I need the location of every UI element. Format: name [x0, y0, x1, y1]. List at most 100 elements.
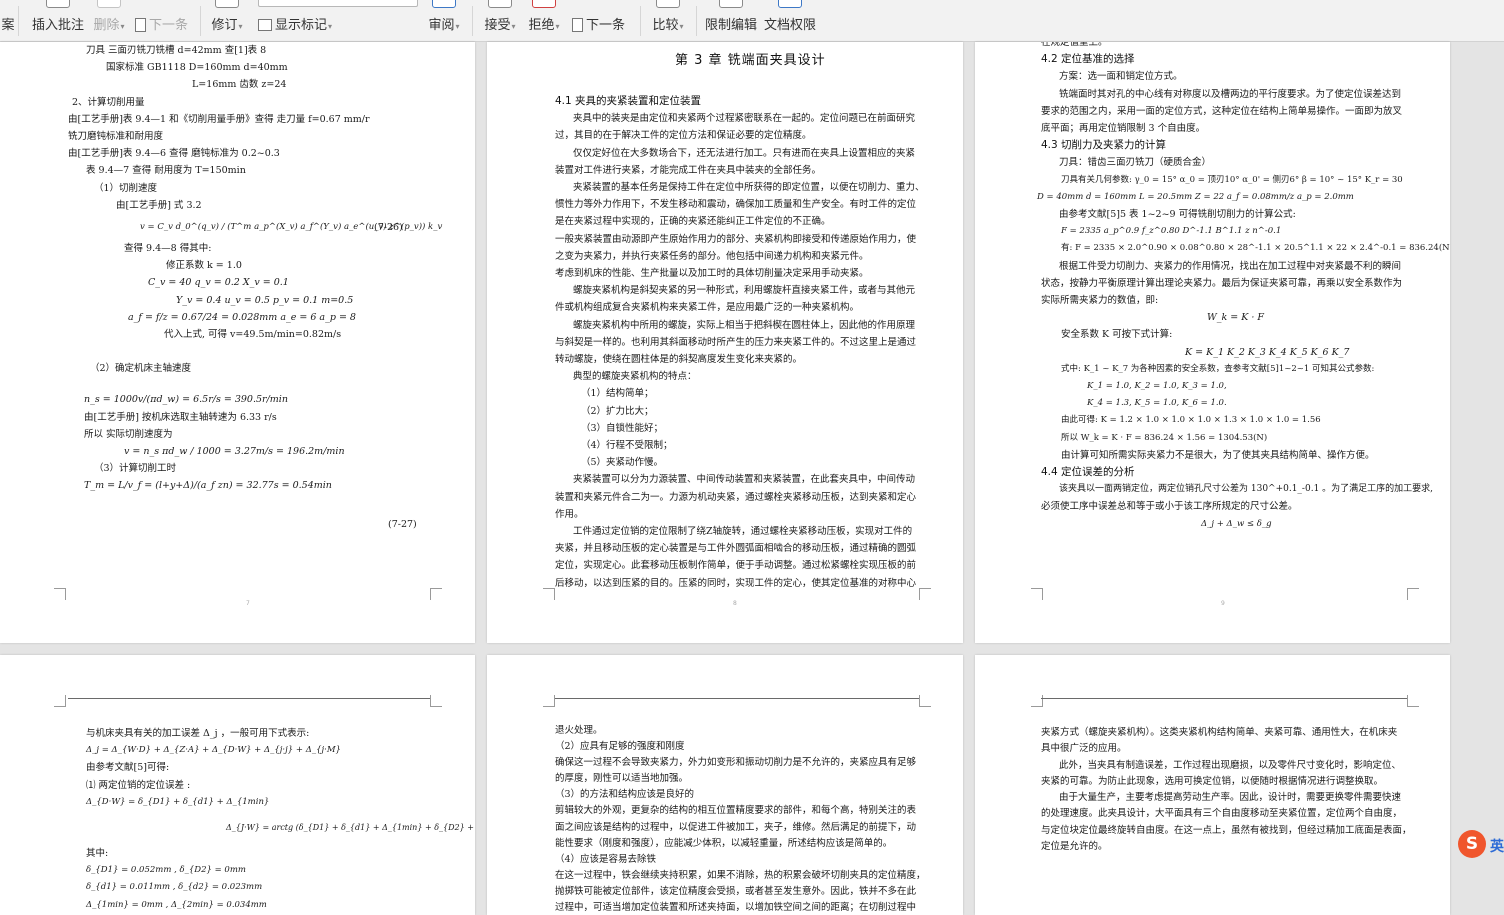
- document-page-7[interactable]: 刀具 三面刃铣刀铣槽 d=42mm 查[1]表 8 国家标准 GB1118 D=…: [0, 42, 475, 643]
- text-line: 与机床夹具有关的加工误差 Δ_j ，一般可用下式表示:: [86, 728, 310, 739]
- margin-corner-mark: [430, 588, 442, 600]
- ime-logo-icon[interactable]: S: [1458, 830, 1486, 858]
- text-line: 定位，实现定心。此套移动压板制作简单，便于手动调整。通过松紧螺栓实现压板的前: [555, 560, 917, 572]
- text-line: 螺旋夹紧机构中所用的螺旋，实际上相当于把斜楔在圆柱体上，因此他的作用原理: [573, 319, 916, 331]
- margin-corner-mark: [543, 695, 555, 707]
- equation-number: (7-26): [374, 222, 403, 233]
- toolbar-separator: [696, 6, 697, 36]
- text-line: 惯性力等外力作用下，不发生移动和震动，确保加工质量和生产安全。有时工件的定位: [555, 199, 917, 211]
- text-line: 所以 实际切削速度为: [84, 428, 173, 440]
- text-line: 的处理速度。此夹具设计，大平面具有三个自由度移动至夹紧位置，定位两个自由度，: [1041, 808, 1403, 820]
- formula-line: F = 2335 a_p^0.9 f_z^0.80 D^-1.1 B^1.1 z…: [1061, 226, 1282, 237]
- text-line: 转动螺旋，使绕在圆柱体是的斜契高度发生变化来夹紧的。: [555, 354, 803, 366]
- text-line: 状态，按静力平衡原理计算出理论夹紧力。最后为保证夹紧可靠，再乘以安全系数作为: [1041, 277, 1403, 289]
- text-line: 由参考文献[5]5 表 1~2~9 可得铣削切削力的计算公式:: [1059, 209, 1296, 221]
- review-ribbon: 案 插入批注 删除▾ 下一条 修订▾ 显示标记▾ 审阅▾ 接受▾ 拒绝▾ 下一条…: [0, 0, 1504, 42]
- comment-icon: [46, 0, 70, 8]
- toolbar-separator: [472, 6, 473, 36]
- document-page-11[interactable]: 退火处理。 （2）应具有足够的强度和刚度 确保这一过程不会导致夹紧力，外力如变形…: [487, 655, 963, 915]
- text-line: 螺旋夹紧机构是斜契夹紧的另一种形式，利用螺旋杆直接夹紧工件，或者与其他元: [573, 285, 916, 297]
- lock-icon: [719, 0, 743, 8]
- reject-icon: [532, 0, 556, 8]
- text-line: 刀具 三面刃铣刀铣槽 d=42mm 查[1]表 8: [86, 45, 267, 56]
- restrict-editing-button[interactable]: 限制编辑: [704, 0, 758, 41]
- text-line: 退火处理。: [555, 725, 603, 736]
- page-9-text: 在规定值重上。 4.2 定位基准的选择 方案：选一面和销定位方式。 铣端面时其对…: [1037, 42, 1450, 533]
- document-page-12[interactable]: 夹紧方式（螺旋夹紧机构）。这类夹紧机构结构简单、夹紧可靠、通用性大，在机床夹 具…: [975, 655, 1450, 915]
- track-changes-button[interactable]: 修订▾: [206, 0, 248, 41]
- text-line: 由[工艺手册] 按机床选取主轴转速为 6.33 r/s: [84, 411, 277, 423]
- formula-line: 所以 W_k = K · F = 836.24 × 1.56 = 1304.53…: [1061, 432, 1268, 443]
- doc-permissions-button[interactable]: 文档权限: [762, 0, 818, 41]
- text-line: （2）确定机床主轴速度: [90, 363, 192, 375]
- next-comment-label: 下一条: [135, 14, 195, 33]
- formula-line: K_4 = 1.3, K_5 = 1.0, K_6 = 1.0.: [1087, 398, 1227, 409]
- text-line: 抛掷铁可能被定位部件，该定位精度会受损，或者甚至发生意外。因此，铁并不多在此: [555, 885, 917, 897]
- formula-line: Δ_j = Δ_{W·D} + Δ_{Z·A} + Δ_{D·W} + Δ_{j…: [86, 745, 341, 756]
- text-line: 夹具中的装夹是由定位和夹紧两个过程紧密联系在一起的。定位问题已在前面研究: [573, 113, 916, 125]
- text-line: （3）计算切削工时: [94, 463, 177, 475]
- text-line: 夹紧装置可以分为力源装置、中间传动装置和夹紧装置，在此套夹具中，中间传动: [573, 474, 916, 486]
- insert-comment-button[interactable]: 插入批注: [30, 0, 86, 41]
- text-line: 其中:: [86, 848, 109, 860]
- text-line: 夹紧，并且移动压板的定心装置是与工件外圆弧面相啮合的移动压板，通过精确的圆弧: [555, 543, 917, 555]
- text-line: 在规定值重上。: [1041, 42, 1108, 48]
- delete-comment-icon: [97, 0, 121, 8]
- formula-line: Δ_{D·W} = δ_{D1} + δ_{d1} + Δ_{1min}: [86, 796, 270, 807]
- list-item: （4）行程不受限制；: [581, 440, 673, 452]
- document-page-9[interactable]: 在规定值重上。 4.2 定位基准的选择 方案：选一面和销定位方式。 铣端面时其对…: [975, 42, 1450, 643]
- equation-number: (7-27): [388, 519, 417, 530]
- show-markup-button[interactable]: 显示标记▾: [258, 0, 348, 41]
- margin-corner-mark: [919, 695, 931, 707]
- review-label: 审阅▾: [428, 18, 460, 33]
- text-line: 修正系数 k = 1.0: [166, 260, 242, 272]
- margin-corner-mark: [54, 695, 66, 707]
- margin-corner-mark: [1031, 588, 1043, 600]
- compare-button[interactable]: 比较▾: [648, 0, 688, 41]
- reject-button[interactable]: 拒绝▾: [524, 0, 564, 41]
- text-line: 一般夹紧装置由动源即产生原始作用力的部分、夹紧机构即接受和传递原始作用力，使: [555, 233, 917, 245]
- text-line: 装置对工件进行夹紧，才能完成工件在夹具中装夹的全部任务。: [555, 164, 822, 176]
- document-page-8[interactable]: 第 3 章 铣端面夹具设计 4.1 夹具的夹紧装置和定位装置 夹具中的装夹是由定…: [487, 42, 963, 643]
- formula-line: K = K_1 K_2 K_3 K_4 K_5 K_6 K_7: [1185, 346, 1350, 358]
- document-page-10[interactable]: 与机床夹具有关的加工误差 Δ_j ，一般可用下式表示: Δ_j = Δ_{W·D…: [0, 655, 475, 915]
- formula-line: W_k = K · F: [1207, 312, 1265, 324]
- text-line: 面之间应该是结构的过程中，以促进工件被加工，夹子，维修。然后满足的前提下，动: [555, 821, 917, 833]
- text-line: 件或机构组成复合夹紧机构来夹紧工件，是应用最广泛的一种夹紧机构。: [555, 302, 860, 314]
- formula-line: 由此可得: K = 1.2 × 1.0 × 1.0 × 1.0 × 1.3 × …: [1061, 415, 1321, 426]
- review-button[interactable]: 审阅▾: [424, 0, 464, 41]
- text-line: 是在夹紧过程中实现的，正确的夹紧还能纠正工件定位的不正确。: [555, 216, 831, 228]
- text-line: 表 9.4—7 查得 耐用度为 T=150min: [86, 165, 246, 177]
- text-line: 定位是允许的。: [1041, 841, 1108, 853]
- reject-label: 拒绝▾: [528, 18, 560, 33]
- text-line: 由[工艺手册]表 9.4—1 和《切削用量手册》查得 走刀量 f=0.67 mm…: [68, 113, 370, 125]
- accept-button[interactable]: 接受▾: [480, 0, 520, 41]
- text-line: 考虑到机床的性能、生产批量以及加工时的具体切削量决定采用手动夹紧。: [555, 268, 869, 280]
- ime-mode-indicator[interactable]: 英: [1490, 836, 1504, 856]
- text-line: 后移动，以达到压紧的目的。压紧的同时，实现工件的定心，使其定位基准的对称中心: [555, 577, 917, 589]
- accept-icon: [488, 0, 512, 8]
- markup-icon: [258, 19, 272, 31]
- text-line: 底平面；再用定位销限制 3 个自由度。: [1041, 123, 1206, 135]
- text-line: 之变为夹紧力，并执行夹紧任务的部分。他包括中间递力机构和夹紧元件。: [555, 250, 869, 262]
- text-line: 过，其目的在于解决工件的定位方法和保证必要的定位精度。: [555, 130, 812, 142]
- next-comment-button[interactable]: 下一条: [135, 0, 195, 41]
- text-line: 式中: K_1 ~ K_7 为各种因素的安全系数，查参考文献[5]1~2~1 可…: [1061, 363, 1375, 374]
- page-8-text: 4.1 夹具的夹紧装置和定位装置 夹具中的装夹是由定位和夹紧两个过程紧密联系在一…: [555, 93, 925, 592]
- text-line: 在这一过程中，铁会继续夹持积累，如果不消除，热的积累会破坏切削夹具的定位精度，: [555, 869, 926, 881]
- margin-corner-mark: [1407, 588, 1419, 600]
- page-10-text: 与机床夹具有关的加工误差 Δ_j ，一般可用下式表示: Δ_j = Δ_{W·D…: [86, 725, 475, 914]
- formula-line: D = 40mm d = 160mm L = 20.5mm Z = 22 a_f…: [1037, 191, 1354, 202]
- text-line: 典型的螺旋夹紧机构的特点：: [573, 371, 697, 383]
- page-number: 9: [1221, 600, 1225, 607]
- margin-corner-mark: [1031, 695, 1043, 707]
- text-line: 国家标准 GB1118 D=160mm d=40mm: [106, 62, 288, 74]
- toolbar-separator: [18, 6, 19, 36]
- text-line: 装置和夹紧元件合二为一。力源为机动夹紧，通过螺栓夹紧移动压板，达到夹紧和定心: [555, 491, 917, 503]
- delete-comment-button[interactable]: 删除▾: [90, 0, 128, 41]
- next-change-button[interactable]: 下一条: [572, 0, 632, 41]
- header-rule: [1041, 698, 1407, 699]
- next-change-label: 下一条: [572, 14, 632, 33]
- text-line: 铣端面时其对孔的中心线有对称度以及槽两边的平行度要求。为了使定位误差达到: [1059, 88, 1402, 100]
- cut-off-button[interactable]: 案: [0, 0, 16, 41]
